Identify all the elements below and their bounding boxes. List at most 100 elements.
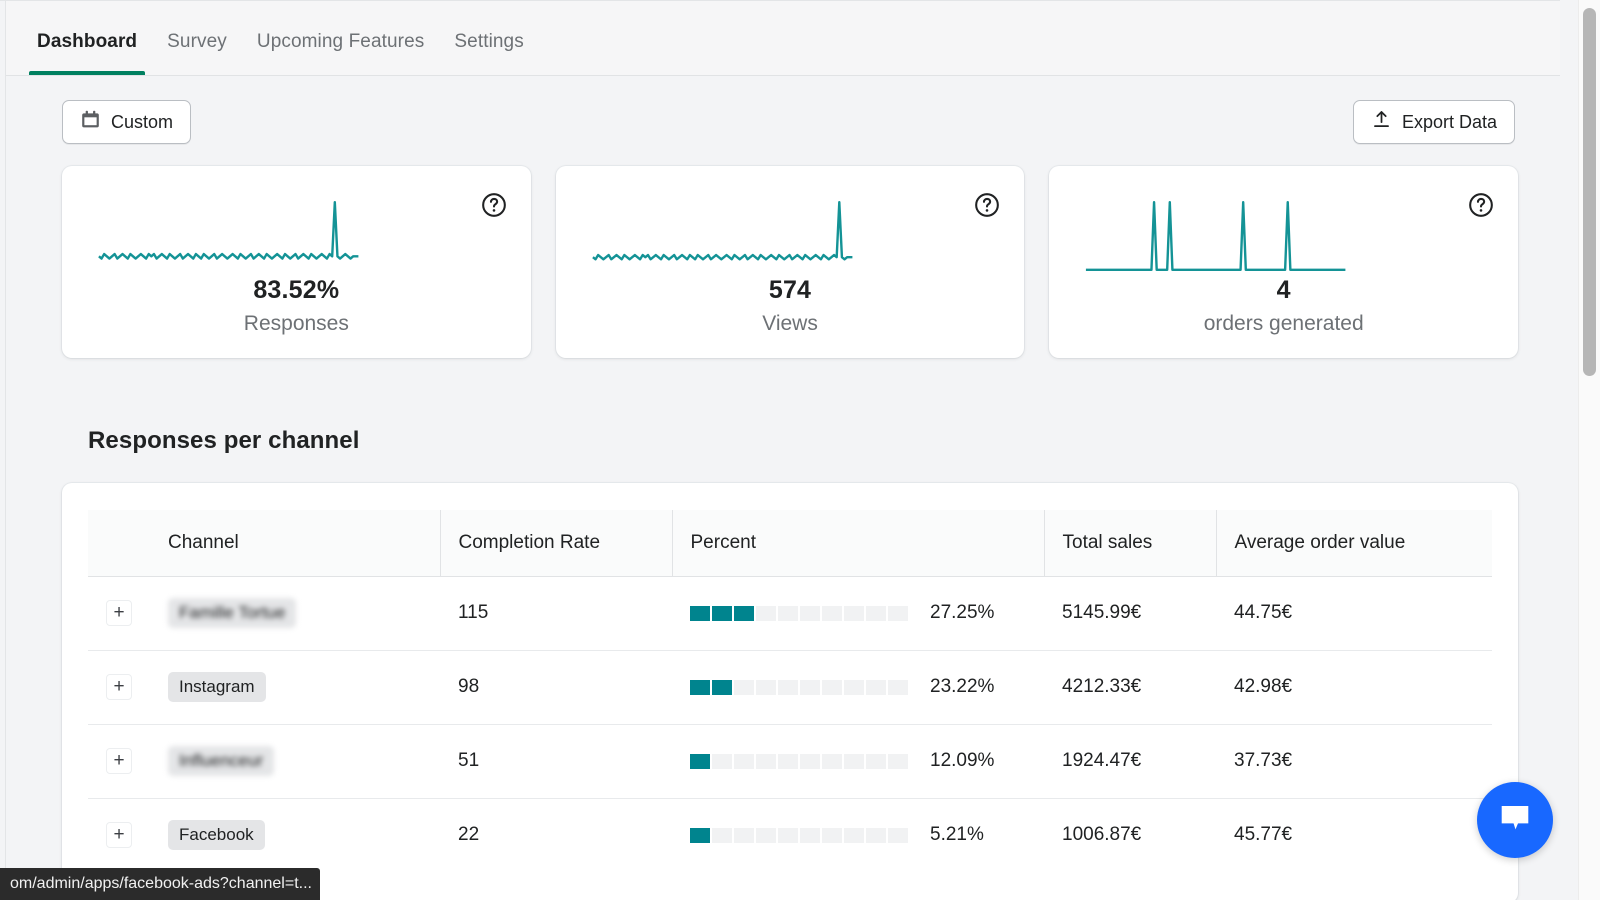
- percent-segment: [888, 605, 908, 621]
- percent-segment: [844, 753, 864, 769]
- cell-completion-rate: 51: [440, 723, 672, 798]
- percent-segment: [712, 679, 732, 695]
- cell-total-sales: 1924.47€: [1044, 723, 1216, 798]
- expand-row-button[interactable]: +: [106, 600, 132, 626]
- metric-value: 574: [768, 276, 812, 304]
- table-header-row: Channel Completion Rate Percent Total sa…: [88, 510, 1492, 576]
- cell-channel: Influenceur: [150, 723, 440, 798]
- cell-completion-rate: 115: [440, 575, 672, 650]
- export-data-label: Export Data: [1401, 111, 1497, 132]
- percent-segment: [866, 753, 886, 769]
- table-row[interactable]: + Facebook 22 5.21% 1006.87€ 45.77€: [88, 797, 1492, 872]
- percent-segment: [690, 679, 710, 695]
- sparkline-chart: [556, 196, 889, 276]
- percent-value: 5.21%: [930, 824, 984, 846]
- percent-segment: [734, 679, 754, 695]
- metric-label: Responses: [243, 312, 349, 335]
- table-row[interactable]: + Famille Tortue 115 27.25% 5145.99€ 44.75€: [88, 575, 1492, 650]
- metric-value: 83.52%: [253, 276, 340, 304]
- percent-segment: [756, 679, 776, 695]
- channel-chip[interactable]: Instagram: [168, 672, 266, 702]
- cell-completion-rate: 98: [440, 649, 672, 724]
- tab-bar: Dashboard Survey Upcoming Features Settings: [6, 1, 1560, 76]
- percent-segment: [822, 827, 842, 843]
- cell-total-sales: 4212.33€: [1044, 649, 1216, 724]
- page-scrollbar-track[interactable]: [1578, 0, 1600, 900]
- channels-table: Channel Completion Rate Percent Total sa…: [88, 510, 1492, 872]
- table-row[interactable]: + Influenceur 51 12.09% 1924.47€ 37.73€: [88, 723, 1492, 798]
- percent-segment-bar: [690, 679, 908, 695]
- cell-channel: Facebook: [150, 797, 440, 872]
- question-mark-circle-icon[interactable]: [974, 192, 1000, 218]
- percent-segment-bar: [690, 605, 908, 621]
- app-root: Dashboard Survey Upcoming Features Settings…: [0, 0, 1600, 900]
- section-title: Responses per channel: [88, 427, 360, 454]
- cell-percent: 5.21%: [672, 797, 1044, 872]
- percent-value: 12.09%: [930, 750, 995, 771]
- page-scrollbar-thumb[interactable]: [1583, 8, 1596, 376]
- cell-percent: 12.09%: [672, 723, 1044, 798]
- expand-row-button[interactable]: +: [106, 822, 132, 849]
- metric-label: orders generated: [1203, 312, 1364, 335]
- percent-segment: [800, 827, 820, 843]
- percent-segment: [734, 605, 754, 621]
- tab-list: Dashboard Survey Upcoming Features Settings: [6, 1, 1560, 75]
- row-expand-cell: +: [88, 649, 150, 724]
- metric-card: 574 Views: [555, 166, 1025, 358]
- percent-segment: [712, 827, 732, 843]
- date-range-button[interactable]: Custom: [62, 100, 192, 144]
- table-head: Channel Completion Rate Percent Total sa…: [88, 510, 1492, 576]
- tab-survey[interactable]: Survey: [152, 31, 242, 75]
- percent-segment: [844, 679, 864, 695]
- percent-segment: [844, 605, 864, 621]
- channel-chip[interactable]: Influenceur: [168, 746, 275, 776]
- cell-percent: 23.22%: [672, 649, 1044, 724]
- tab-dashboard[interactable]: Dashboard: [22, 31, 152, 75]
- th-channel: Channel: [168, 531, 239, 553]
- row-expand-cell: +: [88, 575, 150, 650]
- percent-segment: [888, 827, 908, 843]
- cell-average-order-value: 37.73€: [1216, 723, 1492, 798]
- percent-segment: [778, 679, 798, 695]
- cell-channel: Instagram: [150, 649, 440, 724]
- toolbar: Custom Export Data: [6, 76, 1560, 166]
- cell-average-order-value: 45.77€: [1216, 797, 1492, 872]
- cell-total-sales: 5145.99€: [1044, 575, 1216, 650]
- percent-segment: [712, 753, 732, 769]
- percent-segment-bar: [690, 827, 908, 843]
- date-range-label: Custom: [111, 111, 174, 132]
- percent-segment: [712, 605, 732, 621]
- expand-row-button[interactable]: +: [106, 748, 132, 774]
- percent-segment: [888, 753, 908, 769]
- th-average-order-value: Average order value: [1215, 510, 1492, 576]
- th-completion-rate: Completion Rate: [439, 510, 672, 576]
- metric-value: 4: [1276, 276, 1291, 304]
- percent-segment: [756, 753, 776, 769]
- metric-label: Views: [762, 312, 818, 335]
- channel-chip[interactable]: Famille Tortue: [168, 598, 297, 628]
- question-mark-circle-icon[interactable]: [481, 192, 507, 218]
- percent-segment: [866, 605, 886, 621]
- question-mark-circle-icon[interactable]: [1468, 192, 1494, 218]
- metric-card: 4 orders generated: [1049, 166, 1519, 358]
- percent-segment: [844, 827, 864, 843]
- expand-row-button[interactable]: +: [106, 674, 132, 700]
- upload-icon: [1371, 109, 1392, 135]
- th-expand: [88, 510, 150, 576]
- cell-average-order-value: 42.98€: [1216, 649, 1492, 724]
- tab-settings[interactable]: Settings: [439, 31, 538, 75]
- tab-upcoming-features[interactable]: Upcoming Features: [242, 31, 440, 75]
- cell-average-order-value: 44.75€: [1216, 575, 1492, 650]
- percent-segment: [778, 753, 798, 769]
- percent-segment: [690, 827, 710, 843]
- percent-segment: [800, 679, 820, 695]
- percent-segment: [822, 679, 842, 695]
- cell-channel: Famille Tortue: [150, 575, 440, 650]
- export-data-button[interactable]: Export Data: [1352, 100, 1515, 144]
- row-expand-cell: +: [88, 797, 150, 872]
- channel-chip[interactable]: Facebook: [168, 820, 265, 851]
- chat-button[interactable]: [1477, 782, 1553, 858]
- table-row[interactable]: + Instagram 98 23.22% 4212.33€ 42.98€: [88, 649, 1492, 724]
- percent-segment: [800, 605, 820, 621]
- percent-segment: [888, 679, 908, 695]
